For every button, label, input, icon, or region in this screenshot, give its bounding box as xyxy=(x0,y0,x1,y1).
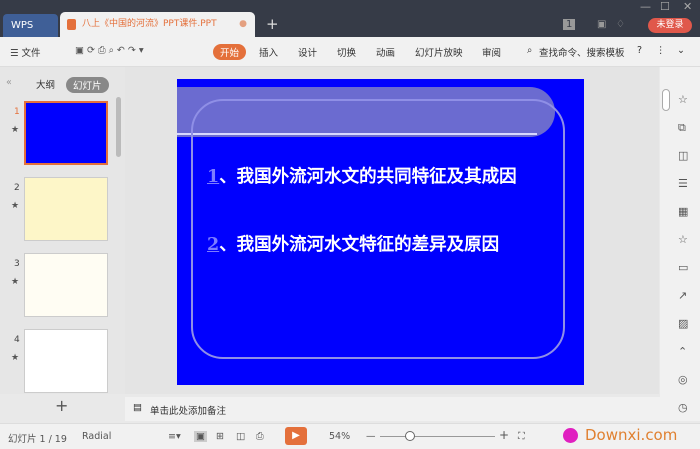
notes-area[interactable]: ▤ 单击此处添加备注 xyxy=(125,397,660,421)
tab-slides[interactable]: 幻灯片 xyxy=(66,77,109,93)
ppt-file-icon xyxy=(67,19,76,30)
tab-wps-home[interactable]: WPS xyxy=(3,14,58,37)
compass-icon[interactable]: ◎ xyxy=(678,373,688,386)
slide-bullet-1[interactable]: 1、我国外流河水文的共同特征及其成因 xyxy=(207,163,517,188)
status-bar: 幻灯片 1 / 19 Radial ≡▾ ▣ ⊞ ◫ ⎙ 54% — + ⛶ D… xyxy=(0,423,700,449)
document-title: 八上《中国的河流》PPT课件.PPT xyxy=(82,19,217,29)
notes-icon: ▤ xyxy=(133,402,142,413)
slide-number: 3 xyxy=(14,259,20,269)
login-button[interactable]: 未登录 xyxy=(648,18,692,33)
animation-star-icon: ★ xyxy=(11,353,20,363)
normal-view-icon[interactable]: ▣ xyxy=(194,431,207,442)
slide-panel: « 大纲 幻灯片 1 ★ 2 ★ 3 ★ 4 ★ xyxy=(0,67,125,394)
minimize-button[interactable]: — xyxy=(640,0,651,13)
content-frame xyxy=(191,99,565,359)
tab-transition[interactable]: 切换 xyxy=(337,45,356,59)
history-icon[interactable]: ◷ xyxy=(678,401,688,414)
shape-icon[interactable]: ☆ xyxy=(678,93,688,106)
add-slide-button[interactable]: + xyxy=(55,396,68,415)
window-count-badge[interactable]: 1 xyxy=(563,19,576,30)
close-tab-icon[interactable]: ● xyxy=(239,12,247,37)
notes-placeholder: 单击此处添加备注 xyxy=(150,406,227,417)
tab-insert[interactable]: 插入 xyxy=(259,45,278,59)
fit-window-icon[interactable]: ⛶ xyxy=(518,431,525,442)
tab-start[interactable]: 开始 xyxy=(213,44,247,60)
slide-thumbnail-4[interactable] xyxy=(24,329,108,393)
slide-thumbnail-1[interactable] xyxy=(24,101,108,165)
play-slideshow-button[interactable]: ▶ xyxy=(285,427,307,445)
bullet-text: 、我国外流河水文特征的差异及原因 xyxy=(219,235,500,255)
more-icon[interactable]: ⋮ xyxy=(656,45,666,56)
close-window-button[interactable]: ✕ xyxy=(683,0,692,13)
settings-icon[interactable]: ☰ xyxy=(678,177,688,190)
bullet-number: 2 xyxy=(207,235,220,255)
title-bar: WPS 八上《中国的河流》PPT课件.PPT ● + 1 ▣ ♢ — ☐ ✕ 未登… xyxy=(0,0,700,37)
search-icon[interactable]: ⌕ xyxy=(527,45,532,56)
assistant-icon[interactable] xyxy=(563,428,578,443)
bullet-text: 、我国外流河水文的共同特征及其成因 xyxy=(219,167,517,187)
new-tab-button[interactable]: + xyxy=(266,15,279,33)
search-commands[interactable]: 查找命令、搜索模板 xyxy=(539,45,625,59)
maximize-button[interactable]: ☐ xyxy=(660,0,670,13)
tab-document[interactable]: 八上《中国的河流》PPT课件.PPT ● xyxy=(60,12,255,37)
panel-scrollbar[interactable] xyxy=(116,97,121,157)
share-icon[interactable]: ↗ xyxy=(678,289,687,302)
theme-name: Radial xyxy=(82,431,112,442)
picture-icon[interactable]: ▨ xyxy=(678,317,688,330)
tab-design[interactable]: 设计 xyxy=(298,45,317,59)
presenter-view-icon[interactable]: ⎙ xyxy=(256,431,264,442)
help-button[interactable]: ? xyxy=(637,45,642,56)
bullet-number: 1 xyxy=(207,167,220,187)
ribbon-toolbar: ☰ 文件 ▣ ⟳ ⎙ ⌕ ↶ ↷ ▾ 开始 插入 设计 切换 动画 幻灯片放映 … xyxy=(0,37,700,67)
zoom-in-button[interactable]: + xyxy=(499,428,509,442)
shirt-icon[interactable]: ♢ xyxy=(616,19,625,30)
watermark: Downxi.com xyxy=(585,426,678,444)
reading-view-icon[interactable]: ◫ xyxy=(236,431,245,442)
slide-number: 4 xyxy=(14,335,20,345)
zoom-slider-handle[interactable] xyxy=(405,431,415,441)
slide-number: 1 xyxy=(14,107,20,117)
slide-thumbnail-3[interactable] xyxy=(24,253,108,317)
animation-star-icon: ★ xyxy=(11,277,20,287)
animation-star-icon: ★ xyxy=(11,125,20,135)
zoom-slider[interactable] xyxy=(380,436,495,437)
slide-count: 幻灯片 1 / 19 xyxy=(8,434,67,445)
zoom-level[interactable]: 54% xyxy=(329,431,350,442)
collapse-ribbon-icon[interactable]: ⌄ xyxy=(677,45,685,56)
canvas-scrollbar[interactable] xyxy=(662,89,670,111)
skin-icon[interactable]: ▣ xyxy=(597,19,606,30)
tab-animation[interactable]: 动画 xyxy=(376,45,395,59)
tab-outline[interactable]: 大纲 xyxy=(36,77,55,91)
current-slide[interactable]: 1、我国外流河水文的共同特征及其成因 2、我国外流河水文特征的差异及原因 xyxy=(177,79,584,385)
quick-access-icons[interactable]: ▣ ⟳ ⎙ ⌕ ↶ ↷ ▾ xyxy=(75,45,144,56)
file-menu[interactable]: ☰ 文件 xyxy=(10,45,41,59)
collapse-panel-icon[interactable]: « xyxy=(6,77,12,88)
animation-star-icon: ★ xyxy=(11,201,20,211)
sorter-view-icon[interactable]: ⊞ xyxy=(216,431,224,442)
copy-icon[interactable]: ⧉ xyxy=(678,121,686,135)
star-icon[interactable]: ☆ xyxy=(678,233,688,246)
slide-number: 2 xyxy=(14,183,20,193)
collapse-icon[interactable]: ⌃ xyxy=(678,345,687,358)
notes-toggle-icon[interactable]: ≡▾ xyxy=(168,431,181,442)
format-icon[interactable]: ◫ xyxy=(678,149,688,162)
box-icon[interactable]: ▭ xyxy=(678,261,688,274)
right-sidebar: ☆ ⧉ ◫ ☰ ▦ ☆ ▭ ↗ ▨ ⌃ ◎ ◷ xyxy=(660,67,700,421)
slide-thumbnail-2[interactable] xyxy=(24,177,108,241)
image-icon[interactable]: ▦ xyxy=(678,205,688,218)
tab-slideshow[interactable]: 幻灯片放映 xyxy=(415,45,463,59)
slide-bullet-2[interactable]: 2、我国外流河水文特征的差异及原因 xyxy=(207,231,499,256)
tab-review[interactable]: 审阅 xyxy=(482,45,501,59)
zoom-out-button[interactable]: — xyxy=(366,431,376,442)
